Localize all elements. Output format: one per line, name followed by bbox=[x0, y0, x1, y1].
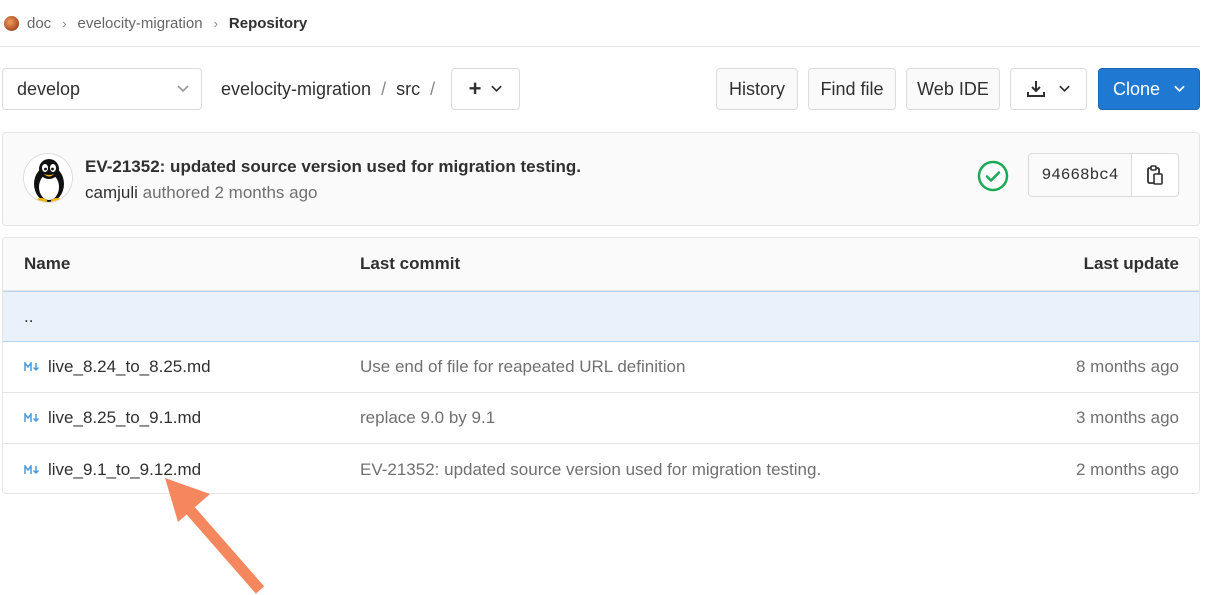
last-commit-panel: EV-21352: updated source version used fo… bbox=[2, 132, 1200, 226]
breadcrumb: doc › evelocity-migration › Repository bbox=[0, 0, 1200, 47]
chevron-right-icon: › bbox=[213, 15, 218, 31]
file-tree-table: Name Last commit Last update .. live_8.2… bbox=[2, 237, 1200, 494]
clone-button[interactable]: Clone bbox=[1098, 68, 1200, 110]
download-button[interactable] bbox=[1010, 68, 1087, 110]
find-file-button[interactable]: Find file bbox=[808, 68, 896, 110]
history-button[interactable]: History bbox=[716, 68, 798, 110]
column-header-name: Name bbox=[24, 254, 71, 273]
parent-directory-row[interactable]: .. bbox=[3, 291, 1199, 342]
commit-sha-group: 94668bc4 bbox=[1028, 153, 1179, 197]
path-breadcrumb: evelocity-migration / src / bbox=[221, 68, 445, 110]
commit-title-link[interactable]: EV-21352: updated source version used fo… bbox=[85, 157, 581, 177]
commit-message-link[interactable]: replace 9.0 by 9.1 bbox=[360, 393, 495, 443]
chevron-right-icon: › bbox=[62, 15, 67, 31]
web-ide-button[interactable]: Web IDE bbox=[906, 68, 1000, 110]
last-update-time: 8 months ago bbox=[1075, 357, 1179, 376]
clipboard-icon bbox=[1147, 165, 1163, 185]
column-header-last-commit: Last commit bbox=[360, 254, 461, 273]
download-icon bbox=[1027, 81, 1045, 97]
avatar[interactable] bbox=[23, 153, 73, 203]
path-dir-link[interactable]: src bbox=[396, 79, 420, 100]
commit-author-link[interactable]: camjuli bbox=[85, 183, 138, 202]
plus-icon: + bbox=[468, 76, 482, 101]
parent-directory-link[interactable]: .. bbox=[24, 307, 33, 327]
copy-sha-button[interactable] bbox=[1132, 153, 1179, 197]
branch-select-label: develop bbox=[17, 78, 81, 99]
breadcrumb-group[interactable]: doc bbox=[27, 15, 51, 32]
file-name-link[interactable]: live_8.25_to_9.1.md bbox=[48, 408, 201, 428]
group-avatar-icon bbox=[4, 15, 19, 31]
annotation-arrow-icon bbox=[165, 478, 265, 594]
chevron-down-icon bbox=[177, 85, 189, 93]
commit-meta: camjuli authored 2 months ago bbox=[85, 183, 318, 203]
table-header: Name Last commit Last update bbox=[3, 238, 1199, 291]
markdown-icon bbox=[24, 464, 41, 475]
column-header-last-update: Last update bbox=[1083, 254, 1179, 273]
clone-button-label: Clone bbox=[1112, 78, 1161, 99]
file-name-link[interactable]: live_8.24_to_8.25.md bbox=[48, 357, 211, 377]
commit-sha-button[interactable]: 94668bc4 bbox=[1028, 153, 1132, 197]
add-to-tree-button[interactable]: + bbox=[451, 68, 520, 110]
penguin-avatar-icon bbox=[34, 159, 64, 202]
path-root-link[interactable]: evelocity-migration bbox=[221, 79, 371, 100]
check-circle-icon[interactable] bbox=[977, 160, 1009, 192]
commit-message-link[interactable]: EV-21352: updated source version used fo… bbox=[360, 444, 821, 493]
path-separator: / bbox=[381, 78, 387, 99]
breadcrumb-current[interactable]: Repository bbox=[229, 15, 307, 32]
chevron-down-icon bbox=[491, 85, 503, 93]
breadcrumb-project[interactable]: evelocity-migration bbox=[78, 15, 203, 32]
markdown-icon bbox=[24, 362, 41, 372]
markdown-icon bbox=[24, 413, 41, 423]
last-update-time: 2 months ago bbox=[1075, 459, 1179, 479]
chevron-down-icon bbox=[1059, 85, 1070, 93]
commit-authored-text: authored bbox=[142, 183, 210, 202]
table-row[interactable]: live_8.24_to_8.25.md Use end of file for… bbox=[3, 342, 1199, 393]
commit-time: 2 months ago bbox=[214, 183, 318, 202]
branch-select[interactable]: develop bbox=[2, 68, 202, 110]
path-separator: / bbox=[430, 78, 436, 99]
last-update-time: 3 months ago bbox=[1075, 408, 1179, 427]
repository-toolbar: develop evelocity-migration / src / + Hi… bbox=[2, 68, 1200, 111]
commit-message-link[interactable]: Use end of file for reapeated URL defini… bbox=[360, 342, 685, 392]
table-row[interactable]: live_8.25_to_9.1.md replace 9.0 by 9.1 3… bbox=[3, 393, 1199, 444]
chevron-down-icon bbox=[1174, 85, 1185, 93]
